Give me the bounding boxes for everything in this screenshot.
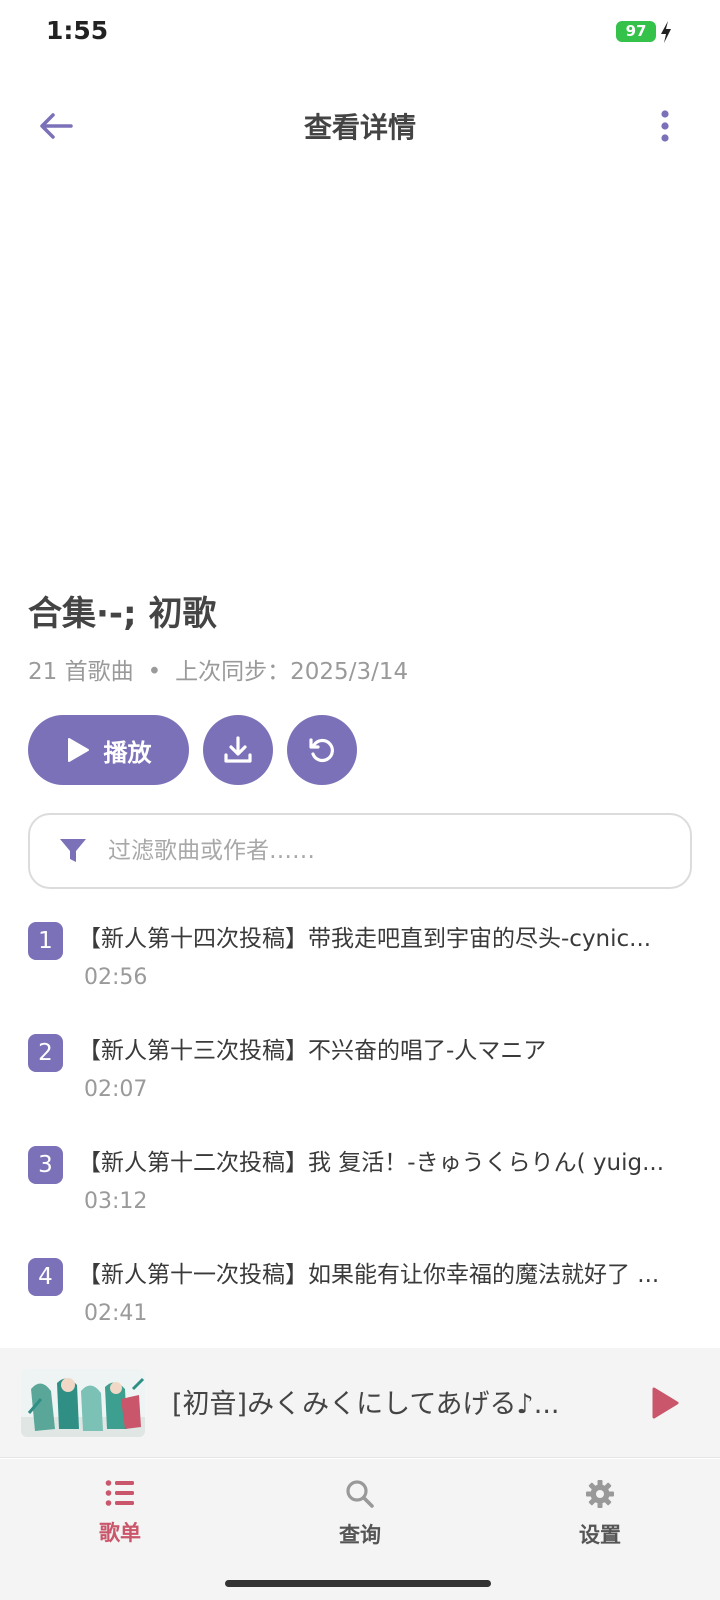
refresh-icon xyxy=(309,738,334,763)
play-icon xyxy=(67,738,89,762)
nav-label-settings: 设置 xyxy=(579,1523,621,1547)
charging-bolt-icon xyxy=(661,21,671,43)
play-icon xyxy=(652,1387,679,1419)
playlist-meta: 21 首歌曲 • 上次同步：2025/3/14 xyxy=(28,652,408,686)
now-playing-title: [初音]みくみくにしてあげる♪... xyxy=(172,1389,560,1420)
song-duration: 03:12 xyxy=(84,1189,148,1214)
playlist-cover-area xyxy=(0,170,720,570)
nav-item-settings[interactable]: 设置 xyxy=(520,1479,680,1559)
action-buttons: 播放 xyxy=(28,715,357,785)
song-index-badge: 1 xyxy=(28,922,63,960)
song-count: 21 首歌曲 xyxy=(28,659,134,685)
song-item[interactable]: 3 【新人第十二次投稿】我 复活！-きゅうくらりん( yuig... 03:12 xyxy=(0,1134,720,1244)
song-title: 【新人第十一次投稿】如果能有让你幸福的魔法就好了 ... xyxy=(78,1262,660,1288)
cover-art-image xyxy=(21,1369,145,1437)
song-item[interactable]: 2 【新人第十三次投稿】不兴奋的唱了-人マニア 02:07 xyxy=(0,1022,720,1132)
filter-input[interactable] xyxy=(108,838,668,864)
song-duration: 02:07 xyxy=(84,1077,148,1102)
song-title: 【新人第十二次投稿】我 复活！-きゅうくらりん( yuig... xyxy=(78,1150,665,1176)
nav-item-search[interactable]: 查询 xyxy=(280,1479,440,1559)
song-title: 【新人第十三次投稿】不兴奋的唱了-人マニア xyxy=(78,1038,547,1064)
list-icon xyxy=(105,1480,134,1506)
meta-separator: • xyxy=(147,659,162,685)
more-vertical-icon xyxy=(661,110,669,142)
nav-label-playlists: 歌单 xyxy=(99,1521,141,1545)
play-all-button[interactable]: 播放 xyxy=(28,715,189,785)
last-sync: 上次同步：2025/3/14 xyxy=(175,659,409,685)
status-time: 1:55 xyxy=(46,16,109,45)
home-indicator[interactable] xyxy=(225,1580,491,1587)
song-item[interactable]: 4 【新人第十一次投稿】如果能有让你幸福的魔法就好了 ... 02:41 xyxy=(0,1246,720,1356)
app-bar: 查看详情 xyxy=(0,80,720,170)
song-index-badge: 4 xyxy=(28,1258,63,1296)
mini-player[interactable]: [初音]みくみくにしてあげる♪... xyxy=(0,1348,720,1458)
page-title: 查看详情 xyxy=(303,111,416,144)
battery-indicator: 97 xyxy=(616,21,656,42)
download-icon xyxy=(224,736,252,763)
song-duration: 02:41 xyxy=(84,1301,148,1326)
song-index-badge: 2 xyxy=(28,1034,63,1072)
search-icon xyxy=(346,1480,374,1508)
status-bar: 1:55 97 xyxy=(0,0,720,64)
more-options-button[interactable] xyxy=(640,100,690,152)
nav-item-playlists[interactable]: 歌单 xyxy=(40,1479,200,1559)
sync-button[interactable] xyxy=(287,715,357,785)
download-button[interactable] xyxy=(203,715,273,785)
gear-icon xyxy=(586,1480,614,1508)
song-title: 【新人第十四次投稿】带我走吧直到宇宙的尽头-cynic... xyxy=(78,926,652,952)
mini-play-button[interactable] xyxy=(640,1378,690,1428)
filter-icon xyxy=(60,839,86,862)
nav-label-search: 查询 xyxy=(339,1523,381,1547)
song-index-badge: 3 xyxy=(28,1146,63,1184)
song-duration: 02:56 xyxy=(84,965,148,990)
now-playing-cover xyxy=(21,1369,145,1437)
play-label: 播放 xyxy=(103,738,152,767)
filter-field[interactable] xyxy=(28,813,692,889)
playlist-title: 合集·-; 初歌 xyxy=(28,594,217,634)
song-item[interactable]: 1 【新人第十四次投稿】带我走吧直到宇宙的尽头-cynic... 02:56 xyxy=(0,910,720,1020)
bottom-navigation: 歌单 查询 设置 xyxy=(0,1459,720,1600)
